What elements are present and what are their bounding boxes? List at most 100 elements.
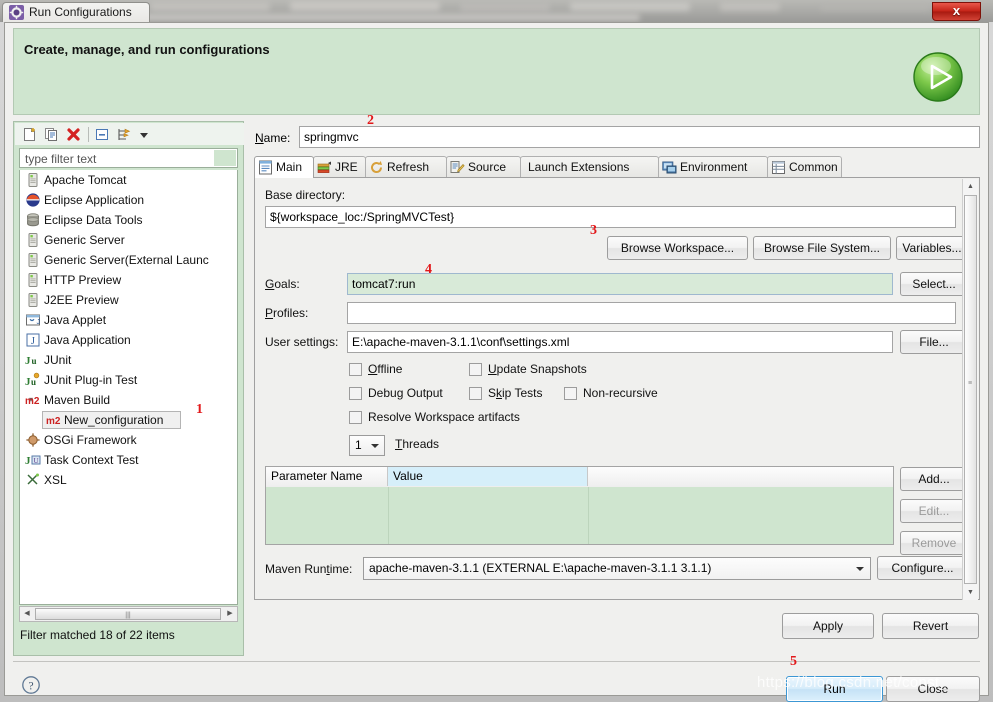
threads-select[interactable]: 1 — [349, 435, 385, 456]
annotation-marker-2: 2 — [367, 113, 374, 128]
parameters-table[interactable]: Parameter Name Value — [265, 466, 894, 545]
tree-item-label: J2EE Preview — [44, 293, 119, 307]
tree-item-http-preview[interactable]: HTTP Preview — [20, 270, 237, 290]
tree-item-eclipse-application[interactable]: Eclipse Application — [20, 190, 237, 210]
scroll-right-icon[interactable]: ▶ — [223, 607, 237, 621]
goals-value: tomcat7:run — [352, 277, 416, 291]
table-row[interactable] — [266, 487, 893, 507]
new-launch-configuration-icon[interactable] — [21, 126, 38, 143]
column-header-value[interactable]: Value — [388, 467, 588, 486]
base-directory-input[interactable]: ${workspace_loc:/SpringMVCTest} — [265, 206, 956, 228]
skip-tests-checkbox[interactable] — [469, 387, 482, 400]
tree-item-generic-server-external-launc[interactable]: Generic Server(External Launc — [20, 250, 237, 270]
filter-input-wrapper[interactable]: type filter text — [19, 148, 238, 168]
chevron-down-icon — [371, 444, 379, 448]
user-settings-file-button[interactable]: File... — [900, 330, 968, 354]
annotation-marker-3: 3 — [590, 223, 597, 238]
debug-output-checkbox[interactable] — [349, 387, 362, 400]
tree-item-junit-plug-in-test[interactable]: Ju JUnit Plug-in Test — [20, 370, 237, 390]
tab-common[interactable]: Common — [767, 156, 842, 178]
collapse-all-icon[interactable] — [94, 126, 111, 143]
variables-button[interactable]: Variables... — [896, 236, 968, 260]
maven-m2-icon: m2 — [25, 392, 41, 408]
window-title-tab: Run Configurations — [2, 2, 150, 22]
scroll-down-icon[interactable]: ▼ — [963, 585, 978, 600]
main-tab-vertical-scrollbar[interactable]: ▲ ≡ ▼ — [962, 179, 978, 600]
browse-file-system-button[interactable]: Browse File System... — [753, 236, 891, 260]
run-button[interactable]: Run — [786, 676, 883, 702]
goals-select-button[interactable]: Select... — [900, 272, 968, 296]
filter-launch-configurations-icon[interactable] — [116, 126, 133, 143]
non-recursive-checkbox[interactable] — [564, 387, 577, 400]
tree-item-apache-tomcat[interactable]: Apache Tomcat — [20, 170, 237, 190]
vscroll-thumb[interactable]: ≡ — [964, 195, 977, 584]
tab-jre[interactable]: JRE — [313, 156, 366, 178]
eclipse-run-config-icon — [9, 5, 24, 20]
tree-item-new-configuration[interactable]: m2 New_configuration — [20, 410, 237, 430]
tree-item-label: JUnit — [44, 353, 72, 367]
configure-maven-runtime-button[interactable]: Configure... — [877, 556, 968, 580]
tab-label: Refresh — [387, 160, 430, 174]
update-snapshots-checkbox[interactable] — [469, 363, 482, 376]
jre-tab-icon — [317, 160, 332, 175]
annotation-marker-1: 1 — [196, 402, 203, 417]
dialog-client-area: Create, manage, and run configurations t… — [4, 22, 989, 702]
scroll-up-icon[interactable]: ▲ — [963, 179, 978, 194]
table-row[interactable] — [266, 525, 893, 544]
svg-text:J: J — [37, 319, 41, 326]
tree-item-eclipse-data-tools[interactable]: Eclipse Data Tools — [20, 210, 237, 230]
delete-launch-configuration-icon[interactable] — [65, 126, 82, 143]
tree-item-java-applet[interactable]: J Java Applet — [20, 310, 237, 330]
svg-text:J: J — [25, 455, 31, 467]
svg-text:u: u — [32, 356, 37, 366]
tab-label: JRE — [335, 160, 358, 174]
tree-item-label: Java Applet — [44, 313, 107, 327]
maven-runtime-select[interactable]: apache-maven-3.1.1 (EXTERNAL E:\apache-m… — [363, 557, 871, 580]
profiles-input[interactable] — [347, 302, 956, 324]
apply-button[interactable]: Apply — [782, 613, 874, 639]
name-input[interactable]: springmvc — [299, 126, 980, 148]
banner-title: Create, manage, and run configurations — [24, 42, 270, 57]
table-row[interactable] — [266, 506, 893, 526]
offline-checkbox[interactable] — [349, 363, 362, 376]
tree-item-xsl[interactable]: XSL — [20, 470, 237, 490]
tree-item-junit[interactable]: Ju JUnit — [20, 350, 237, 370]
tree-item-osgi-framework[interactable]: OSGi Framework — [20, 430, 237, 450]
user-settings-input[interactable]: E:\apache-maven-3.1.1\conf\settings.xml — [347, 331, 893, 353]
tab-source[interactable]: Source — [446, 156, 521, 178]
scroll-left-icon[interactable]: ◀ — [20, 607, 34, 621]
window-close-button[interactable]: x — [932, 2, 981, 21]
tree-item-generic-server[interactable]: Generic Server — [20, 230, 237, 250]
column-header-extra[interactable] — [588, 467, 893, 486]
tree-horizontal-scrollbar[interactable]: ◀ ||| ▶ — [19, 606, 238, 622]
column-header-parameter-name[interactable]: Parameter Name — [266, 467, 388, 486]
tab-launch-extensions[interactable]: Launch Extensions — [520, 156, 659, 178]
tab-refresh[interactable]: Refresh — [365, 156, 447, 178]
environment-tab-icon — [662, 160, 677, 175]
tree-item-label: Java Application — [44, 333, 131, 347]
tab-label: Launch Extensions — [528, 160, 630, 174]
edit-parameter-button[interactable]: Edit... — [900, 499, 968, 523]
user-settings-label: User settings: — [265, 335, 339, 349]
launch-configuration-tree[interactable]: Apache Tomcat Eclipse Application Eclipse … — [19, 170, 238, 605]
tree-hscroll-thumb[interactable]: ||| — [35, 608, 221, 620]
help-question-icon[interactable]: ? — [21, 675, 41, 695]
tree-item-maven-build[interactable]: ▾ m2 Maven Build — [20, 390, 237, 410]
run-configurations-window: Run Configurations x Create, manage, and… — [0, 0, 993, 702]
java-applet-icon: J — [25, 312, 41, 328]
browse-workspace-button[interactable]: Browse Workspace... — [607, 236, 748, 260]
view-menu-chevron-down-icon[interactable] — [138, 126, 150, 143]
tree-item-j2ee-preview[interactable]: J2EE Preview — [20, 290, 237, 310]
duplicate-launch-configuration-icon[interactable] — [43, 126, 60, 143]
tab-main[interactable]: Main — [254, 156, 314, 178]
window-title: Run Configurations — [29, 5, 132, 19]
tab-environment[interactable]: Environment — [658, 156, 768, 178]
tree-item-java-application[interactable]: ▸JJava Application — [20, 330, 237, 350]
close-dialog-button[interactable]: Close — [886, 676, 980, 702]
tree-item-label: OSGi Framework — [44, 433, 137, 447]
revert-button[interactable]: Revert — [882, 613, 979, 639]
add-parameter-button[interactable]: Add... — [900, 467, 968, 491]
remove-parameter-button[interactable]: Remove — [900, 531, 968, 555]
resolve-workspace-artifacts-checkbox[interactable] — [349, 411, 362, 424]
tree-item-task-context-test[interactable]: J U Task Context Test — [20, 450, 237, 470]
